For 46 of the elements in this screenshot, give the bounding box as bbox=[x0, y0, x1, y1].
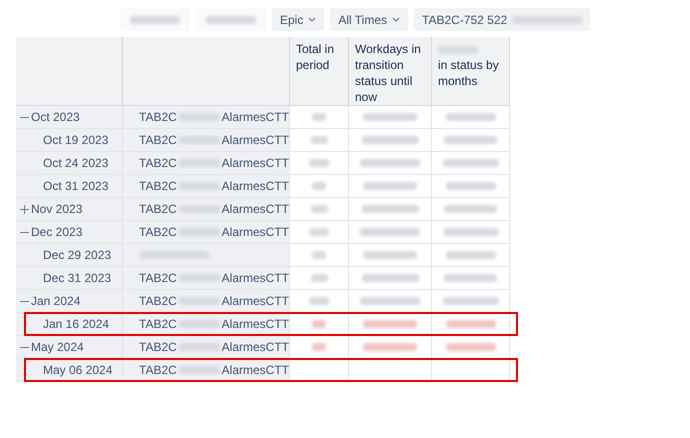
filter-dropdown[interactable]: All Times bbox=[330, 8, 408, 31]
period-label: May 2024 bbox=[31, 340, 84, 354]
date-label: Dec 29 2023 bbox=[43, 248, 112, 262]
issue-name: AlarmesCTT bbox=[222, 225, 289, 239]
date-label: Dec 31 2023 bbox=[43, 271, 112, 285]
issue-name: AlarmesCTT bbox=[222, 340, 289, 354]
expand-icon[interactable] bbox=[20, 204, 29, 214]
column-header: Workdays in transition status until now bbox=[349, 37, 432, 106]
issue-key: TAB2C bbox=[139, 363, 177, 377]
period-label: Nov 2023 bbox=[31, 202, 82, 216]
issue-name: AlarmesCTT bbox=[222, 202, 289, 216]
issue-key: TAB2C bbox=[139, 179, 177, 193]
issue-key: TAB2C bbox=[139, 133, 177, 147]
issue-key: TAB2C bbox=[139, 294, 177, 308]
filter-dropdown[interactable]: Epic bbox=[272, 8, 324, 31]
period-label: Dec 2023 bbox=[31, 225, 82, 239]
issue-name: AlarmesCTT bbox=[222, 363, 289, 377]
issue-key: TAB2C bbox=[139, 340, 177, 354]
blurred-text bbox=[512, 16, 582, 24]
date-label: Oct 24 2023 bbox=[43, 156, 108, 170]
column-header-text: in status by months bbox=[438, 58, 499, 88]
date-label: May 06 2024 bbox=[43, 363, 112, 377]
issue-name: AlarmesCTT bbox=[222, 156, 289, 170]
issue-name: AlarmesCTT bbox=[222, 271, 289, 285]
period-label: Oct 2023 bbox=[31, 110, 80, 124]
chevron-down-icon bbox=[308, 16, 316, 22]
date-label: Oct 31 2023 bbox=[43, 179, 108, 193]
issue-key: TAB2C bbox=[139, 271, 177, 285]
blurred-text bbox=[206, 16, 256, 24]
issue-name: AlarmesCTT bbox=[222, 110, 289, 124]
issue-key: TAB2C bbox=[139, 225, 177, 239]
issue-name: AlarmesCTT bbox=[222, 133, 289, 147]
chevron-down-icon bbox=[392, 16, 400, 22]
issue-key: TAB2C bbox=[139, 202, 177, 216]
issue-filter[interactable]: TAB2C-752 522 bbox=[414, 8, 590, 31]
column-header: Total in period bbox=[290, 37, 349, 106]
blurred-text bbox=[130, 16, 180, 24]
issue-name: AlarmesCTT bbox=[222, 179, 289, 193]
date-label: Jan 16 2024 bbox=[43, 317, 110, 331]
date-label: Oct 19 2023 bbox=[43, 133, 108, 147]
issue-name: AlarmesCTT bbox=[222, 317, 289, 331]
issue-key: TAB2C bbox=[139, 156, 177, 170]
issue-key: TAB2C bbox=[139, 317, 177, 331]
issue-name: AlarmesCTT bbox=[222, 294, 289, 308]
period-label: Jan 2024 bbox=[31, 294, 80, 308]
issue-key: TAB2C bbox=[139, 110, 177, 124]
